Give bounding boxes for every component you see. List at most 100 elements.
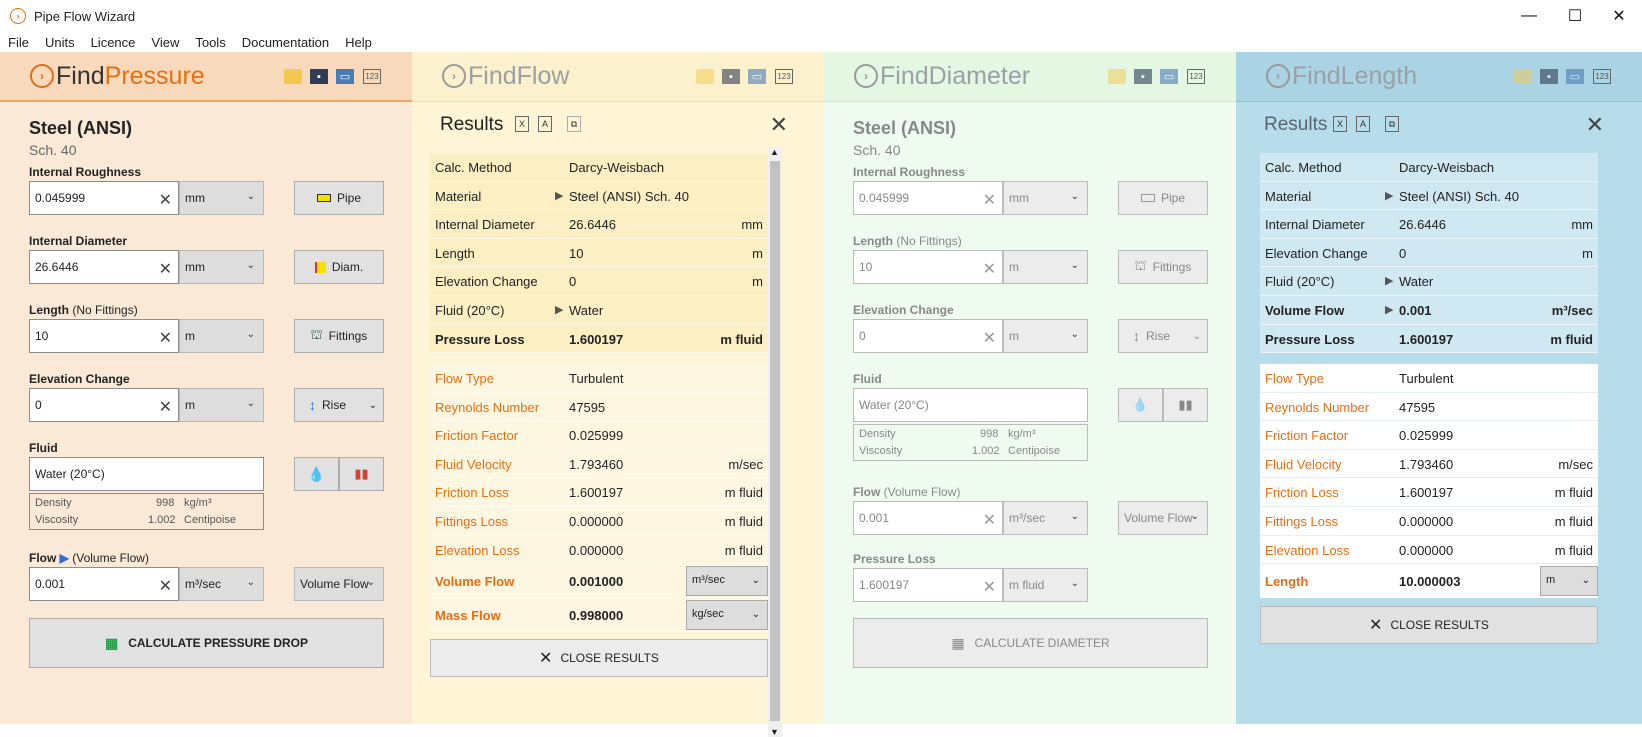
save-icon[interactable]: ▪ [1134, 69, 1152, 84]
elevation-input[interactable]: 0 ✕ [29, 388, 179, 422]
open-folder-icon[interactable] [696, 69, 714, 84]
results-scrollbar[interactable]: ▲ ▼ [768, 147, 782, 737]
flow-unit-select[interactable]: m³/sec ⌄ [1003, 501, 1088, 535]
pipe-button[interactable]: Pipe [294, 181, 384, 215]
diameter-button[interactable]: Diam. [294, 250, 384, 284]
clear-icon[interactable]: ✕ [159, 259, 172, 279]
pressure-loss-input[interactable]: 1.600197 ✕ [853, 568, 1003, 602]
open-folder-icon[interactable] [1514, 69, 1532, 84]
clear-icon[interactable]: ✕ [159, 190, 172, 210]
flow-unit-select[interactable]: m³/sec ⌄ [179, 567, 264, 601]
flow-type-select[interactable]: Volume Flow ⌄ [294, 567, 384, 601]
save-icon[interactable]: ▪ [722, 69, 740, 84]
export-image-icon[interactable]: ▭ [336, 69, 354, 84]
fluid-field[interactable]: Water (20°C) [29, 457, 264, 491]
table-row[interactable]: Fluid (20°C) ▶ Water [1260, 267, 1598, 296]
length-input[interactable]: 10 ✕ [853, 250, 1003, 284]
calculate-diameter-button[interactable]: ▦ CALCULATE DIAMETER [853, 618, 1208, 668]
fluid-chart-button[interactable]: ▮▮ [339, 457, 384, 491]
expand-triangle-icon[interactable]: ▶ [60, 551, 69, 565]
close-results-icon[interactable]: ✕ [1586, 112, 1604, 138]
fluid-drop-button[interactable]: 💧 [294, 457, 339, 491]
expand-triangle-icon[interactable]: ▶ [1385, 303, 1393, 316]
rise-button[interactable]: ↕ Rise ⌄ [294, 388, 384, 422]
clear-icon[interactable]: ✕ [159, 328, 172, 348]
export-excel-icon[interactable]: X [1333, 116, 1347, 132]
scrollbar-thumb[interactable] [770, 161, 780, 721]
expand-triangle-icon[interactable]: ▶ [555, 303, 563, 316]
export-image-icon[interactable]: ▭ [1566, 69, 1584, 84]
save-icon[interactable]: ▪ [310, 69, 328, 84]
maximize-button[interactable]: ☐ [1552, 0, 1598, 32]
export-image-icon[interactable]: ▭ [1160, 69, 1178, 84]
menu-documentation[interactable]: Documentation [234, 35, 337, 50]
clear-icon[interactable]: ✕ [983, 328, 996, 348]
flow-type-select[interactable]: Volume Flow ⌄ [1118, 501, 1208, 535]
open-folder-icon[interactable] [1108, 69, 1126, 84]
table-row[interactable]: Fluid (20°C) ▶ Water [430, 296, 768, 325]
clear-icon[interactable]: ✕ [159, 397, 172, 417]
close-results-button[interactable]: ✕ CLOSE RESULTS [1260, 606, 1598, 644]
number-format-icon[interactable]: 123 [775, 69, 793, 84]
copy-icon[interactable]: ⧉ [1385, 116, 1399, 132]
menu-units[interactable]: Units [37, 35, 83, 50]
export-pdf-icon[interactable]: A [538, 116, 552, 132]
table-row[interactable]: Volume Flow ▶ 0.001 m³/sec [1260, 296, 1598, 325]
export-excel-icon[interactable]: X [515, 116, 529, 132]
mass-flow-unit-select[interactable]: kg/sec ⌄ [686, 600, 768, 631]
number-format-icon[interactable]: 123 [363, 69, 381, 84]
clear-icon[interactable]: ✕ [983, 190, 996, 210]
table-row[interactable]: Material ▶ Steel (ANSI) Sch. 40 [430, 182, 768, 211]
clear-icon[interactable]: ✕ [983, 510, 996, 530]
fluid-chart-button[interactable]: ▮▮ [1163, 388, 1208, 422]
expand-triangle-icon[interactable]: ▶ [1385, 274, 1393, 287]
pipe-button[interactable]: Pipe [1118, 181, 1208, 215]
menu-view[interactable]: View [143, 35, 187, 50]
length-input[interactable]: 10 ✕ [29, 319, 179, 353]
copy-icon[interactable]: ⧉ [567, 116, 581, 132]
fittings-button[interactable]: ⛫ Fittings [1118, 250, 1208, 284]
number-format-icon[interactable]: 123 [1187, 69, 1205, 84]
flow-input[interactable]: 0.001 ✕ [853, 501, 1003, 535]
volume-flow-unit-select[interactable]: m³/sec ⌄ [686, 566, 768, 597]
flow-input[interactable]: 0.001 ✕ [29, 567, 179, 601]
close-results-button[interactable]: ✕ CLOSE RESULTS [430, 639, 768, 677]
open-folder-icon[interactable] [284, 69, 302, 84]
elevation-input[interactable]: 0 ✕ [853, 319, 1003, 353]
table-row[interactable]: Material ▶ Steel (ANSI) Sch. 40 [1260, 182, 1598, 211]
minimize-button[interactable]: — [1506, 0, 1552, 32]
clear-icon[interactable]: ✕ [983, 259, 996, 279]
menu-help[interactable]: Help [337, 35, 380, 50]
scroll-up-icon[interactable]: ▲ [770, 147, 779, 157]
menu-tools[interactable]: Tools [187, 35, 233, 50]
roughness-input[interactable]: 0.045999 ✕ [853, 181, 1003, 215]
calculate-pressure-drop-button[interactable]: ▦ CALCULATE PRESSURE DROP [29, 618, 384, 668]
save-icon[interactable]: ▪ [1540, 69, 1558, 84]
fluid-drop-button[interactable]: 💧 [1118, 388, 1163, 422]
length-unit-select[interactable]: m ⌄ [179, 319, 264, 353]
fluid-field[interactable]: Water (20°C) [853, 388, 1088, 422]
diameter-unit-select[interactable]: mm ⌄ [179, 250, 264, 284]
pressure-loss-unit-select[interactable]: m fluid ⌄ [1003, 568, 1088, 602]
menu-file[interactable]: File [0, 35, 37, 50]
number-format-icon[interactable]: 123 [1593, 69, 1611, 84]
clear-icon[interactable]: ✕ [159, 576, 172, 596]
expand-triangle-icon[interactable]: ▶ [1385, 189, 1393, 202]
close-window-button[interactable]: ✕ [1596, 0, 1642, 32]
menu-licence[interactable]: Licence [83, 35, 144, 50]
roughness-input[interactable]: 0.045999 ✕ [29, 181, 179, 215]
elevation-unit-select[interactable]: m ⌄ [1003, 319, 1088, 353]
roughness-unit-select[interactable]: mm ⌄ [1003, 181, 1088, 215]
roughness-unit-select[interactable]: mm ⌄ [179, 181, 264, 215]
length-unit-select[interactable]: m ⌄ [1540, 566, 1598, 597]
export-pdf-icon[interactable]: A [1356, 116, 1370, 132]
scroll-down-icon[interactable]: ▼ [770, 727, 779, 737]
close-results-icon[interactable]: ✕ [770, 112, 788, 138]
fittings-button[interactable]: ⛫ Fittings [294, 319, 384, 353]
clear-icon[interactable]: ✕ [983, 577, 996, 597]
diameter-input[interactable]: 26.6446 ✕ [29, 250, 179, 284]
export-image-icon[interactable]: ▭ [748, 69, 766, 84]
expand-triangle-icon[interactable]: ▶ [555, 189, 563, 202]
length-unit-select[interactable]: m ⌄ [1003, 250, 1088, 284]
elevation-unit-select[interactable]: m ⌄ [179, 388, 264, 422]
